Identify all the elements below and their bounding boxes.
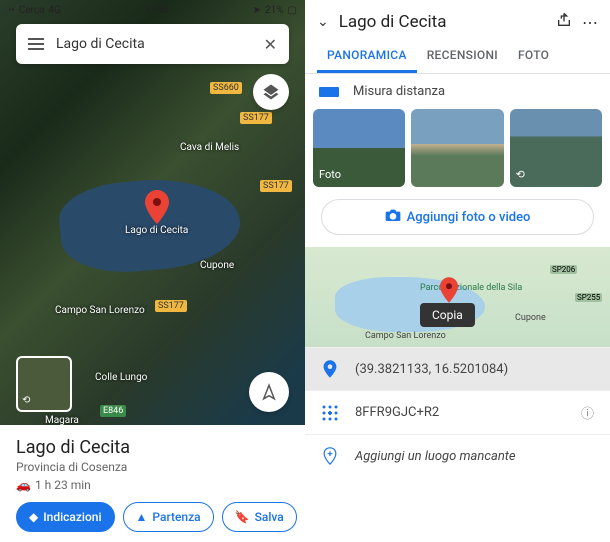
signal-icon: •• [8, 5, 15, 16]
camera-icon [385, 208, 401, 226]
location-icon: ➤ [253, 5, 261, 16]
photo-card[interactable]: Foto [313, 109, 405, 187]
carrier-label: Cerca [19, 5, 45, 16]
navigation-icon: ▲ [136, 510, 148, 524]
clock: 11:55 [144, 5, 169, 16]
layers-button[interactable] [253, 74, 289, 110]
mini-map-label: Campo San Lorenzo [365, 331, 446, 341]
menu-icon[interactable] [28, 38, 44, 50]
travel-time: 1 h 23 min [35, 478, 91, 492]
plus-code-row[interactable]: 8FFR9GJC+R2 ⓘ [305, 390, 610, 434]
mini-map-label: Parco nazionale della Sila [420, 283, 522, 293]
place-sheet[interactable]: Lago di Cecita Provincia di Cosenza 🚗 1 … [0, 425, 305, 542]
start-button[interactable]: ▲ Partenza [123, 502, 214, 532]
button-label: Salva [255, 510, 284, 524]
ruler-icon [319, 87, 339, 97]
road-label: SS660 [210, 82, 242, 94]
add-photo-button[interactable]: Aggiungi foto o video [321, 199, 594, 235]
network-label: 4G [49, 5, 61, 16]
road-label: SS177 [155, 300, 187, 312]
clear-search-icon[interactable]: ✕ [264, 35, 277, 54]
add-missing-label: Aggiungi un luogo mancante [355, 449, 594, 464]
save-button[interactable]: 🔖 Salva [222, 502, 297, 532]
road-label: E846 [100, 405, 126, 417]
measure-label: Misura distanza [353, 84, 445, 99]
button-label: Aggiungi foto o video [407, 210, 531, 225]
search-input[interactable]: Lago di Cecita [56, 36, 252, 52]
location-pin-icon [321, 360, 339, 378]
collapse-icon[interactable]: ⌄ [317, 14, 329, 30]
battery-label: 21% [265, 5, 284, 16]
photo-card[interactable] [411, 109, 503, 187]
copy-tooltip[interactable]: Copia [420, 303, 475, 327]
map-place-label: Cupone [200, 260, 234, 271]
directions-button[interactable]: ◆ Indicazioni [16, 502, 115, 532]
photo-label: Foto [319, 168, 341, 181]
tab-reviews[interactable]: RECENSIONI [417, 40, 508, 73]
layers-icon [262, 83, 280, 101]
plus-code-icon [321, 405, 339, 421]
navigation-arrow-icon [260, 383, 278, 401]
mini-map-label: Cupone [515, 313, 546, 323]
battery-icon: ▢ [288, 5, 297, 16]
add-missing-place-row[interactable]: Aggiungi un luogo mancante [305, 434, 610, 477]
share-icon[interactable] [556, 12, 572, 32]
map-place-label: Cava di Melis [180, 142, 239, 153]
more-icon[interactable]: ⋯ [582, 13, 598, 32]
info-icon[interactable]: ⓘ [581, 403, 594, 422]
directions-icon: ◆ [29, 510, 38, 524]
place-title: Lago di Cecita [16, 437, 289, 458]
tab-photos[interactable]: FOTO [508, 40, 559, 73]
bookmark-icon: 🔖 [235, 510, 250, 524]
button-label: Partenza [152, 510, 200, 524]
map-place-label: Colle Lungo [95, 372, 147, 383]
measure-distance-row[interactable]: Misura distanza [305, 74, 610, 109]
mini-road-label: SP206 [550, 265, 577, 274]
coordinates-text: (39.3821133, 16.5201084) [355, 362, 594, 377]
button-label: Indicazioni [43, 510, 101, 524]
add-place-icon [321, 447, 339, 465]
panel-title: Lago di Cecita [339, 12, 546, 32]
place-subtitle: Provincia di Cosenza [16, 460, 289, 474]
photo-card[interactable]: ⟲ [510, 109, 602, 187]
search-bar[interactable]: Lago di Cecita ✕ [16, 24, 289, 64]
road-label: SS177 [260, 180, 292, 192]
photo-thumbnail[interactable]: ⟲ [16, 356, 72, 412]
recenter-button[interactable] [249, 372, 289, 412]
view360-icon: ⟲ [22, 395, 30, 406]
mini-road-label: SP255 [575, 293, 602, 302]
coordinates-row[interactable]: (39.3821133, 16.5201084) [305, 347, 610, 390]
tab-overview[interactable]: PANORAMICA [317, 40, 417, 73]
map-place-label: Campo San Lorenzo [55, 305, 145, 316]
view360-icon: ⟲ [516, 168, 525, 181]
plus-code-text: 8FFR9GJC+R2 [355, 405, 565, 420]
map-pin[interactable] [145, 190, 169, 228]
road-label: SS177 [240, 112, 272, 124]
car-icon: 🚗 [16, 478, 31, 492]
mini-map[interactable]: Parco nazionale della Sila Cupone Campo … [305, 247, 610, 347]
